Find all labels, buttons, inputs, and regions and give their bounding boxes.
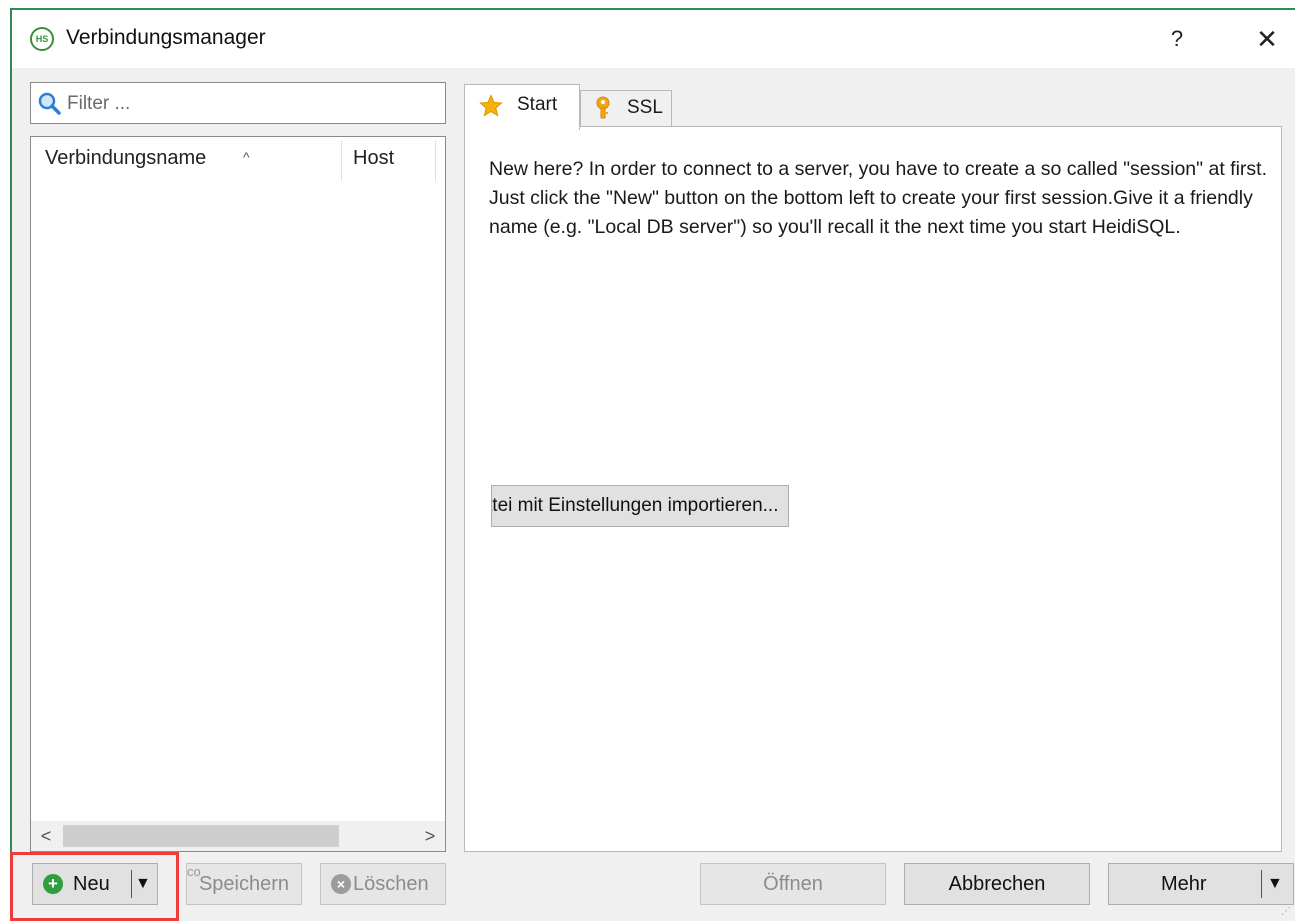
tab-start[interactable]: Start (464, 84, 580, 130)
tab-ssl[interactable]: SSL (580, 90, 672, 126)
scrollbar-thumb[interactable] (63, 825, 339, 847)
save-button-label: Speichern (198, 873, 290, 895)
tab-start-label: Start (517, 94, 558, 115)
tab-ssl-label: SSL (627, 97, 663, 118)
highlight-box (10, 852, 179, 921)
heidisql-logo-icon: HS (30, 27, 54, 51)
key-icon (596, 96, 610, 119)
filter-box[interactable] (30, 82, 446, 124)
column-divider[interactable] (341, 141, 342, 181)
column-header-session-name[interactable]: Verbindungsname (45, 147, 206, 170)
scroll-right-icon[interactable]: > (415, 821, 445, 851)
session-list-header: Verbindungsname ^ Host (31, 137, 445, 185)
star-icon (479, 94, 503, 117)
more-dropdown-arrow-icon[interactable]: ▼ (1267, 864, 1283, 904)
import-settings-button[interactable]: Datei mit Einstellungen importieren... (491, 485, 789, 527)
start-tab-panel: New here? In order to connect to a serve… (464, 126, 1282, 852)
save-button[interactable]: co Speichern (186, 863, 302, 905)
title-bar[interactable]: HS Verbindungsmanager ? ✕ (12, 10, 1295, 68)
horizontal-scrollbar[interactable]: < > (31, 821, 445, 851)
delete-button-label: Löschen (353, 873, 429, 895)
column-divider[interactable] (435, 141, 436, 181)
cancel-button[interactable]: Abbrechen (904, 863, 1090, 905)
delete-icon: × (331, 874, 351, 894)
open-button[interactable]: Öffnen (700, 863, 886, 905)
sort-ascending-icon: ^ (243, 149, 250, 165)
session-list[interactable]: Verbindungsname ^ Host < > (30, 136, 446, 852)
window-title: Verbindungsmanager (66, 26, 266, 49)
scroll-left-icon[interactable]: < (31, 821, 61, 851)
more-button-label: Mehr (1161, 873, 1207, 895)
delete-button[interactable]: × Löschen (320, 863, 446, 905)
help-button[interactable]: ? (1154, 20, 1200, 58)
search-icon (38, 92, 61, 115)
save-overlay-text: co (187, 864, 201, 879)
resize-grip-icon[interactable]: ⋰ (1281, 906, 1291, 917)
filter-input[interactable] (65, 89, 439, 119)
close-button[interactable]: ✕ (1244, 20, 1290, 58)
more-button[interactable]: Mehr ▼ (1108, 863, 1294, 905)
connection-manager-window: HS Verbindungsmanager ? ✕ Verbindungsnam… (10, 8, 1295, 921)
column-header-host[interactable]: Host (353, 147, 394, 170)
split-divider (1261, 870, 1262, 898)
intro-text: New here? In order to connect to a serve… (489, 158, 1268, 238)
